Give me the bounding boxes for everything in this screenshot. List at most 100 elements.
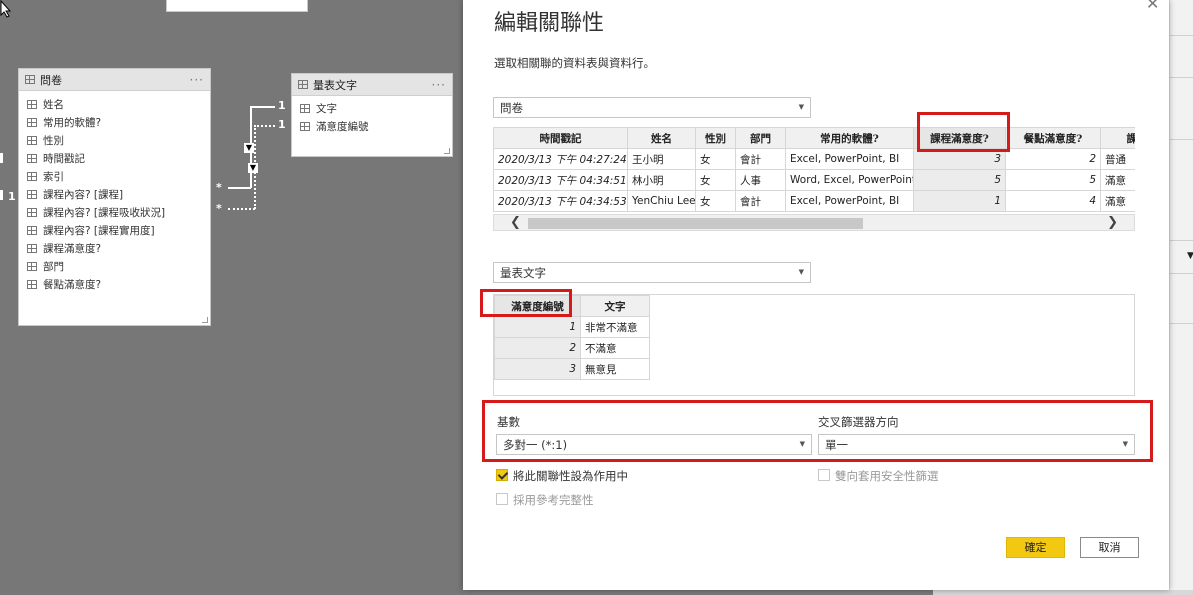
table-cell: 會計 xyxy=(735,190,786,212)
column-header: 文字 xyxy=(580,295,650,317)
ref-integrity-checkbox[interactable] xyxy=(496,493,508,505)
table2-preview: 滿意度編號 文字 1 非常不滿意 2 不滿意 3 無意見 xyxy=(493,294,1135,396)
table-cell: 2020/3/13 下午 04:34:51 xyxy=(493,169,628,191)
scroll-left-icon[interactable]: ❮ xyxy=(510,215,521,230)
divider xyxy=(1170,35,1193,36)
column-header: 性別 xyxy=(695,127,736,149)
chevron-down-icon[interactable]: ▼ xyxy=(1187,251,1193,261)
bidir-security-label: 雙向套用安全性篩選 xyxy=(835,469,939,483)
table-field[interactable]: 課程內容? [課程實用度] xyxy=(19,221,210,239)
table-field[interactable]: 姓名 xyxy=(19,95,210,113)
table-cell: 女 xyxy=(695,148,736,170)
scroll-right-icon[interactable]: ❯ xyxy=(1107,215,1118,230)
table-field[interactable]: 滿意度編號 xyxy=(292,117,452,135)
table-field[interactable]: 常用的軟體? xyxy=(19,113,210,131)
divider xyxy=(1170,323,1193,324)
table-field-label: 索引 xyxy=(43,170,64,183)
table-field-label: 性別 xyxy=(43,134,64,147)
relationship-line-inactive[interactable] xyxy=(254,125,275,127)
table-row: 1 非常不滿意 xyxy=(494,316,650,338)
table1-select[interactable]: 問卷 ▼ xyxy=(493,97,811,118)
table-cell: 5 xyxy=(913,169,1006,191)
ok-button[interactable]: 確定 xyxy=(1006,537,1065,558)
table-field[interactable]: 課程滿意度? xyxy=(19,239,210,257)
highlight-box-course-satisfaction xyxy=(917,112,1010,152)
table-field[interactable]: 文字 xyxy=(292,99,452,117)
table-field-label: 文字 xyxy=(316,102,337,115)
resize-handle[interactable] xyxy=(444,148,450,154)
table-card-liangbiao[interactable]: 量表文字 ··· 文字滿意度編號 xyxy=(291,73,453,157)
table-cell: 女 xyxy=(695,169,736,191)
table-field-label: 課程滿意度? xyxy=(43,242,102,255)
relationship-many-label: * xyxy=(216,202,222,215)
more-options-icon[interactable]: ··· xyxy=(190,73,204,87)
table-field-label: 滿意度編號 xyxy=(316,120,369,133)
table-field[interactable]: 課程內容? [課程吸收狀況] xyxy=(19,203,210,221)
divider xyxy=(1170,77,1193,78)
column-header: 時間戳記 xyxy=(493,127,628,149)
table-cell: 5 xyxy=(1005,169,1101,191)
table-row: 3 無意見 xyxy=(494,358,650,380)
table-field[interactable]: 索引 xyxy=(19,167,210,185)
table-cell: 4 xyxy=(1005,190,1101,212)
table1-hscrollbar[interactable]: ❮ ❯ xyxy=(493,214,1135,231)
divider xyxy=(1170,273,1193,274)
dialog-subtitle: 選取相關聯的資料表與資料行。 xyxy=(494,56,655,70)
model-canvas[interactable]: 1 問卷 ··· 姓名 常用的軟體? 性別時間戳記索引課程內容? [課程] 課程內容?… xyxy=(0,0,463,595)
table-cell: 非常不滿意 xyxy=(580,316,650,338)
table-field[interactable]: 課程內容? [課程] xyxy=(19,185,210,203)
left-edge-fragment xyxy=(0,153,3,163)
table-field-list: 文字 滿意度編號 xyxy=(292,96,452,135)
close-icon[interactable]: ✕ xyxy=(1146,0,1159,13)
relationship-line-active[interactable] xyxy=(228,187,251,189)
table-cell: 王小明 xyxy=(627,148,696,170)
table-field[interactable]: 性別 xyxy=(19,131,210,149)
active-relationship-checkbox[interactable] xyxy=(496,469,508,481)
table-cell: 無意見 xyxy=(580,358,650,380)
edit-relationship-dialog: ✕ 編輯關聯性 選取相關聯的資料表與資料行。 問卷 ▼ 時間戳記 姓名 性別 部門 常用… xyxy=(463,0,1169,590)
cancel-button[interactable]: 取消 xyxy=(1080,537,1139,558)
column-icon xyxy=(27,225,37,235)
column-icon xyxy=(27,279,37,289)
bidir-security-checkbox[interactable] xyxy=(818,469,830,481)
table-card-header[interactable]: 量表文字 ··· xyxy=(292,74,452,96)
right-pane-strip: ▼ xyxy=(1169,0,1193,595)
table-cell: YenChiu Lee xyxy=(627,190,696,212)
table-field[interactable]: 部門 xyxy=(19,257,210,275)
column-header: 課程 xyxy=(1100,127,1135,149)
table1-select-value: 問卷 xyxy=(500,101,523,115)
table-icon xyxy=(25,75,35,84)
table-cell: 女 xyxy=(695,190,736,212)
table-cell: 滿意 xyxy=(1100,190,1135,212)
chevron-down-icon: ▼ xyxy=(798,103,804,111)
table-cell: 1 xyxy=(494,316,581,338)
table-field[interactable]: 餐點滿意度? xyxy=(19,275,210,293)
table-card-header[interactable]: 問卷 ··· xyxy=(19,69,210,91)
chevron-down-icon: ▼ xyxy=(798,268,804,276)
table-field-label: 課程內容? [課程實用度] xyxy=(43,224,155,237)
table-field-list: 姓名 常用的軟體? 性別時間戳記索引課程內容? [課程] 課程內容? [課程吸收狀況]… xyxy=(19,91,210,293)
column-icon xyxy=(27,207,37,217)
column-header: 常用的軟體? xyxy=(785,127,914,149)
table-cell: 不滿意 xyxy=(580,337,650,359)
table-cell: 人事 xyxy=(735,169,786,191)
column-header: 姓名 xyxy=(627,127,696,149)
scroll-thumb[interactable] xyxy=(528,218,863,229)
table-cell: 3 xyxy=(494,358,581,380)
table-field[interactable]: 時間戳記 xyxy=(19,149,210,167)
more-options-icon[interactable]: ··· xyxy=(432,78,446,92)
table-cell: 滿意 xyxy=(1100,169,1135,191)
relationship-line-active[interactable] xyxy=(250,106,275,108)
table2-select[interactable]: 量表文字 ▼ xyxy=(493,262,811,283)
divider xyxy=(1170,240,1193,241)
table-cell: 2 xyxy=(494,337,581,359)
column-icon xyxy=(27,243,37,253)
resize-handle[interactable] xyxy=(202,317,208,323)
column-icon xyxy=(27,261,37,271)
table-card-wenjuan[interactable]: 問卷 ··· 姓名 常用的軟體? 性別時間戳記索引課程內容? [課程] 課程內容? [… xyxy=(18,68,211,326)
active-relationship-label: 將此關聯性設為作用中 xyxy=(513,469,628,483)
relationship-line-inactive[interactable] xyxy=(228,208,255,210)
table-field-label: 課程內容? [課程] xyxy=(43,188,124,201)
table-card-partial[interactable] xyxy=(166,0,308,12)
relationship-one-label: 1 xyxy=(278,118,286,131)
